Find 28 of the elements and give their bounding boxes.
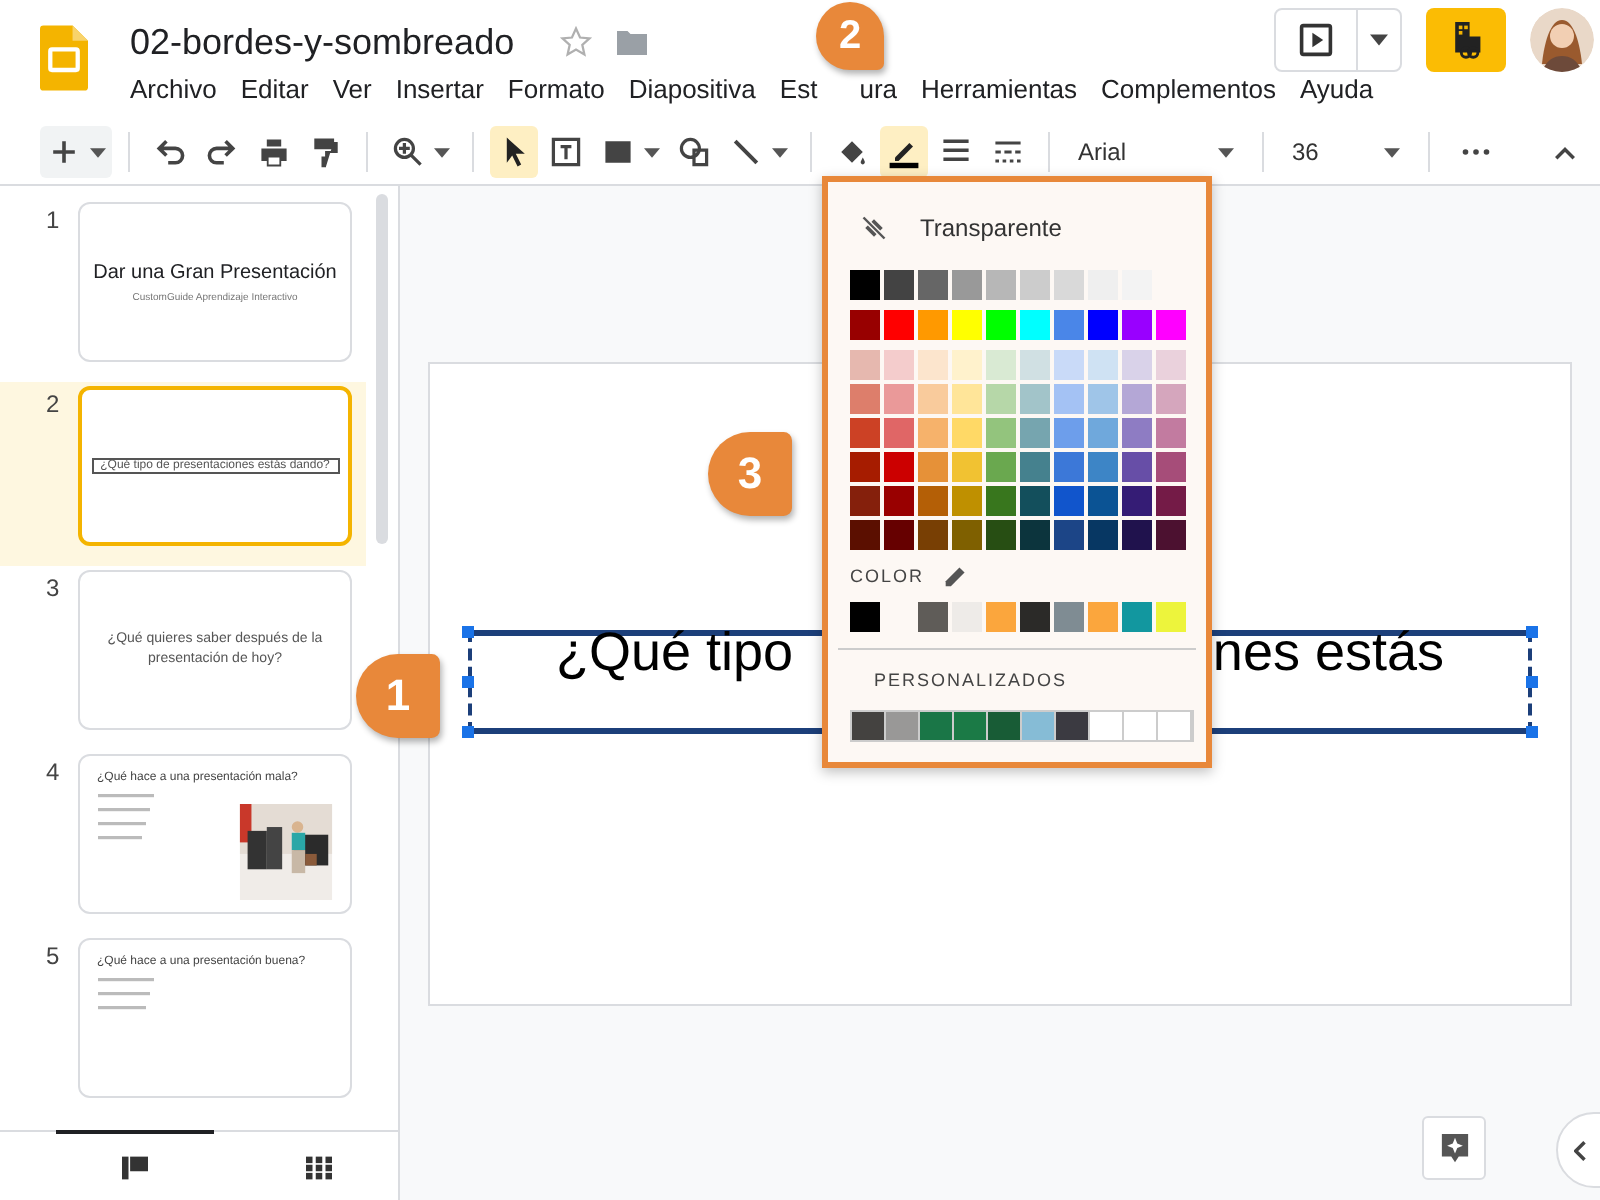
font-size-dropdown[interactable]: 36 xyxy=(1280,126,1412,178)
callout-marker: 1 xyxy=(356,654,440,738)
document-title[interactable]: 02-bordes-y-sombreado xyxy=(126,21,519,63)
section-heading: PERSONALIZADOS xyxy=(874,670,1070,690)
menu-item[interactable]: Ver xyxy=(332,72,384,108)
slide-text: ¿Qué tipo xyxy=(556,628,794,686)
callout-marker: 3 xyxy=(708,432,792,516)
slide-number: 2 xyxy=(44,388,62,418)
section-heading: COLOR xyxy=(850,566,925,586)
slide-number: 1 xyxy=(44,204,62,234)
slide-number: 4 xyxy=(44,756,62,786)
menu-item[interactable]: Est xyxy=(779,72,818,108)
menu-item[interactable]: Editar xyxy=(240,72,321,108)
menu-item[interactable]: Ayuda xyxy=(1299,72,1386,108)
menu-item[interactable]: Insertar xyxy=(395,72,496,108)
menu-item[interactable]: Archivo xyxy=(130,72,229,108)
slide-text: nes estás xyxy=(1212,628,1444,686)
transparent-option[interactable]: Transparente xyxy=(850,198,1184,258)
menu-item[interactable]: Complementos xyxy=(1101,72,1288,108)
slide-number: 3 xyxy=(44,572,62,602)
thumbnail-title: Dar una Gran Presentación xyxy=(93,261,337,283)
font-dropdown[interactable]: Arial xyxy=(1066,126,1246,178)
callout-marker: 2 xyxy=(816,2,884,70)
menu-item[interactable]: Formato xyxy=(507,72,617,108)
slide-number: 5 xyxy=(44,940,62,970)
menu-item[interactable]: Diapositiva xyxy=(628,72,768,108)
menu-item[interactable]: ura xyxy=(859,72,910,108)
menu-item[interactable]: Herramientas xyxy=(921,72,1090,108)
